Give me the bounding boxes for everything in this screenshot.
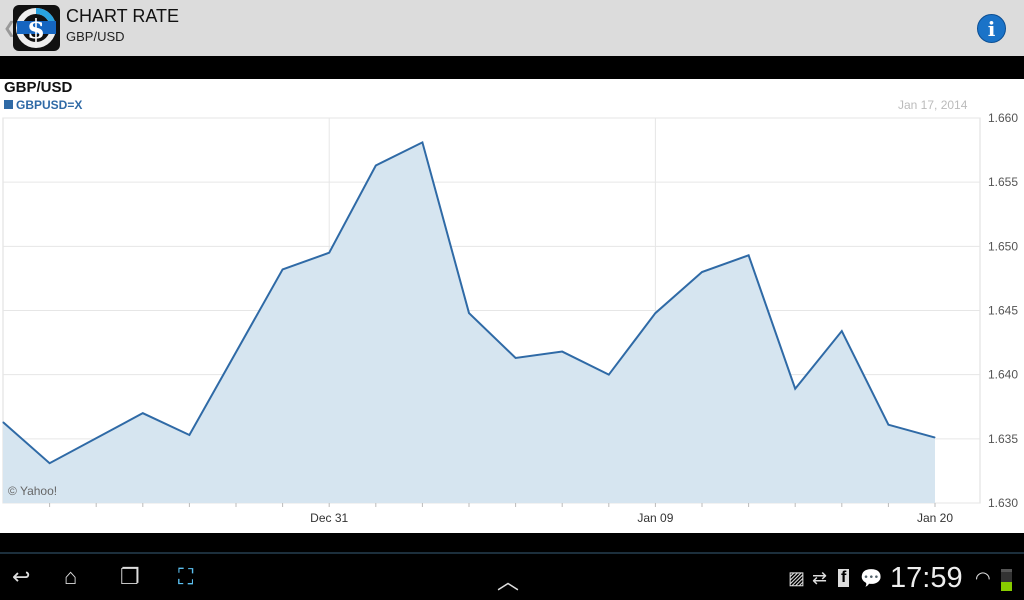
y-tick-label: 1.630: [988, 496, 1018, 510]
y-tick-label: 1.635: [988, 432, 1018, 446]
data-point: [375, 164, 377, 166]
y-tick-label: 1.640: [988, 368, 1018, 382]
legend-label: GBPUSD=X: [16, 98, 83, 112]
app-logo[interactable]: $: [13, 5, 60, 51]
svg-text:$: $: [27, 15, 45, 45]
data-point: [701, 271, 703, 273]
wifi-icon: ◠: [975, 568, 991, 588]
data-point: [748, 254, 750, 256]
data-point: [934, 437, 936, 439]
info-icon: i: [987, 17, 996, 41]
y-tick-label: 1.660: [988, 111, 1018, 125]
x-tick-label: Jan 09: [637, 511, 673, 525]
x-tick-label: Dec 31: [310, 511, 348, 525]
data-point: [421, 141, 423, 143]
info-button[interactable]: i: [977, 14, 1006, 43]
data-point: [515, 357, 517, 359]
data-point: [282, 268, 284, 270]
x-tick-label: Jan 20: [917, 511, 953, 525]
clock: 17:59: [890, 562, 963, 594]
sync-notification-icon[interactable]: ⇄: [812, 568, 827, 589]
data-point: [794, 388, 796, 390]
chart: 1.660 1.655 1.650 1.645 1.640 1.635 1.630 Dec 3…: [0, 79, 1024, 533]
app-subtitle: GBP/USD: [66, 29, 125, 44]
data-point: [841, 330, 843, 332]
data-point: [142, 412, 144, 414]
back-button[interactable]: ↩: [12, 564, 30, 590]
y-tick-label: 1.655: [988, 175, 1018, 189]
data-point: [887, 424, 889, 426]
system-nav-bar: ↩ ⌂ ❐ ⛶ ︿ ▨ ⇄ f 💬 17:59 ◠: [0, 552, 1024, 600]
chart-title: GBP/USD: [4, 79, 73, 96]
data-point: [188, 434, 190, 436]
chart-legend: GBPUSD=X: [4, 98, 82, 112]
battery-icon: [1001, 569, 1012, 591]
app-title: CHART RATE: [66, 6, 180, 26]
chat-notification-icon[interactable]: 💬: [860, 568, 882, 589]
action-bar: ❮ $ CHART RATE GBP/USD i: [0, 0, 1024, 56]
data-point: [561, 351, 563, 353]
data-point: [328, 252, 330, 254]
home-button[interactable]: ⌂: [64, 564, 77, 590]
data-point: [654, 312, 656, 314]
recent-apps-button[interactable]: ❐: [120, 564, 140, 590]
legend-swatch: [4, 100, 13, 109]
chart-credit: © Yahoo!: [8, 484, 57, 498]
y-tick-label: 1.645: [988, 304, 1018, 318]
apps-up-chevron-icon[interactable]: ︿: [497, 564, 519, 596]
y-tick-label: 1.650: [988, 239, 1018, 253]
series-area: [3, 142, 935, 503]
data-point: [608, 374, 610, 376]
data-point: [2, 421, 4, 423]
facebook-notification-icon[interactable]: f: [838, 569, 850, 587]
data-point: [468, 312, 470, 314]
data-point: [49, 462, 51, 464]
chart-date: Jan 17, 2014: [898, 98, 968, 112]
screenshot-button[interactable]: ⛶: [178, 564, 193, 590]
chart-plot: 1.660 1.655 1.650 1.645 1.640 1.635 1.630 Dec 3…: [2, 111, 1018, 525]
gallery-notification-icon[interactable]: ▨: [788, 568, 805, 589]
